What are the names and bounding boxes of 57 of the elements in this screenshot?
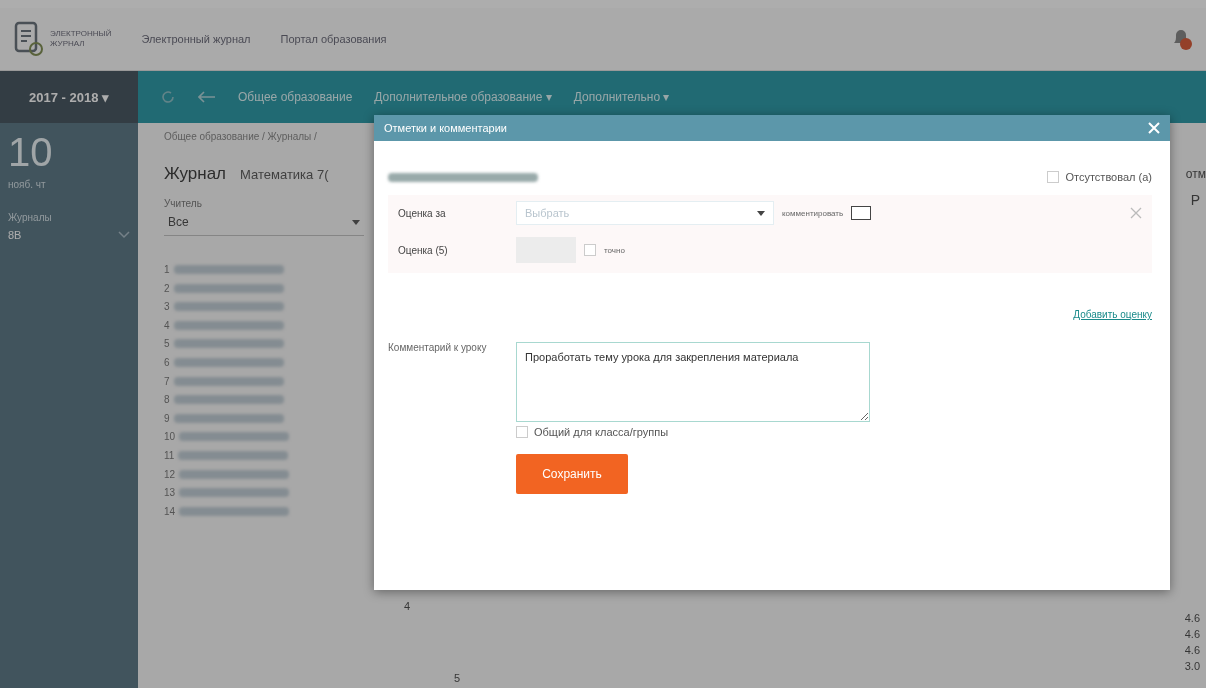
column-header: Р — [1190, 192, 1200, 208]
teacher-label: Учитель — [164, 198, 203, 209]
back-arrow-icon[interactable] — [198, 91, 216, 103]
average-score: 3.0 — [1184, 660, 1200, 672]
page-title: Журнал — [164, 164, 227, 184]
field-label: Оценка за — [398, 207, 447, 219]
header-link[interactable]: Портал образования — [280, 33, 387, 45]
logo-text: ЭЛЕКТРОННЫЙ ЖУРНАЛ — [50, 29, 112, 49]
chevron-down-icon — [118, 231, 130, 239]
day-number: 10 — [8, 131, 54, 173]
nav-link[interactable]: Дополнительное образование ▾ — [374, 90, 552, 104]
row-number: 6 — [164, 356, 170, 368]
row-number: 10 — [164, 431, 176, 443]
average-score: 4.6 — [1184, 644, 1200, 656]
row-number: 13 — [164, 487, 176, 499]
row-number: 14 — [164, 505, 176, 517]
nav-link[interactable]: Дополнительно ▾ — [573, 90, 670, 104]
field-label: Оценка (5) — [398, 244, 449, 256]
row-number: 12 — [164, 468, 176, 480]
nav-link[interactable]: Общее образование — [238, 90, 353, 104]
row-number: 3 — [164, 301, 170, 313]
field-label: Комментарий к уроку — [388, 342, 488, 355]
row-number: 8 — [164, 394, 170, 406]
caret-icon — [352, 219, 360, 225]
checkbox-label: комментировать — [782, 208, 844, 218]
comment-field[interactable]: Проработать тему урока для закрепления материала — [516, 342, 870, 422]
average-score: 4.6 — [1184, 628, 1200, 640]
row-number: 2 — [164, 282, 170, 294]
logo-icon — [14, 21, 44, 57]
save-button[interactable]: Сохранить — [516, 454, 628, 494]
dialog-title: Отметки и комментарии — [384, 122, 507, 134]
subject-label: Математика 7( — [240, 166, 329, 182]
caret-icon — [757, 210, 765, 216]
checkbox[interactable] — [851, 206, 872, 220]
close-icon[interactable] — [1148, 122, 1160, 134]
row-number: 4 — [164, 319, 170, 331]
row-number: 9 — [164, 412, 170, 424]
class-dropdown[interactable]: 8В — [8, 229, 130, 241]
checkbox-label: точно — [604, 245, 625, 255]
month-label[interactable]: нояб. чт — [8, 179, 130, 190]
row-number: 1 — [164, 264, 170, 275]
row-number: 7 — [164, 375, 170, 387]
year-dropdown[interactable]: 2017 - 2018 ▾ — [0, 71, 138, 123]
row-number: 5 — [164, 338, 170, 350]
header-link[interactable]: Электронный журнал — [141, 33, 251, 45]
average-score: 4.6 — [1184, 612, 1200, 624]
remove-icon[interactable] — [1130, 207, 1142, 219]
grade-cell: 5 — [454, 672, 461, 684]
checkbox-label: Отсутствовал (а) — [1065, 171, 1152, 183]
teacher-dropdown[interactable]: Все — [164, 209, 364, 236]
refresh-icon[interactable] — [160, 89, 176, 105]
add-grade-link[interactable]: Добавить оценку — [1073, 309, 1152, 320]
grade-cell: 4 — [404, 600, 411, 612]
checkbox-label: Общий для класса/группы — [534, 426, 669, 438]
row-number: 11 — [164, 449, 175, 461]
section-label: Журналы — [8, 212, 53, 223]
column-header: отм — [1185, 167, 1206, 181]
